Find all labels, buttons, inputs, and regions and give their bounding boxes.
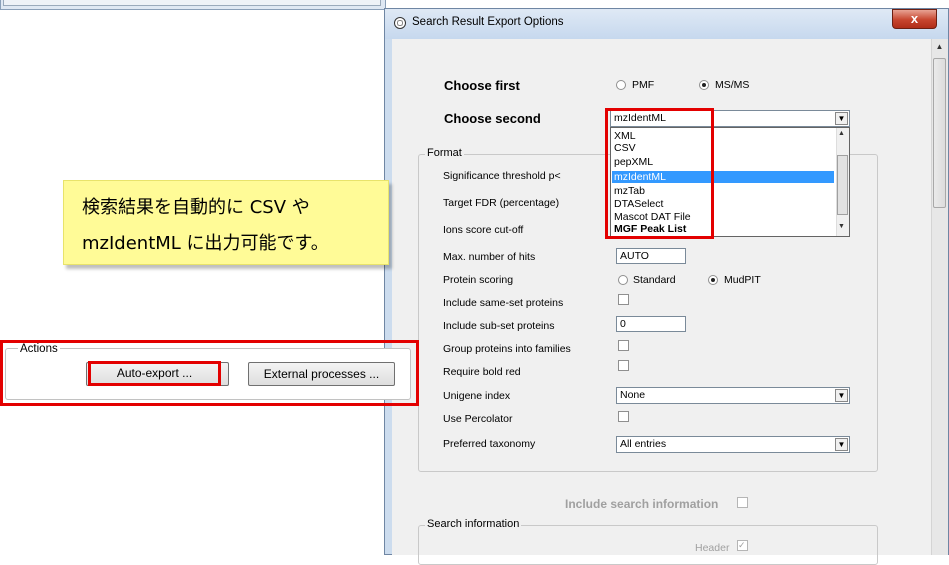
- radio-msms[interactable]: [699, 80, 709, 90]
- header-checkbox[interactable]: ✓: [737, 540, 748, 551]
- chevron-down-icon[interactable]: ▼: [835, 389, 848, 402]
- taxonomy-label: Preferred taxonomy: [443, 438, 536, 450]
- radio-mudpit-label: MudPIT: [724, 274, 761, 286]
- chevron-down-icon[interactable]: ▼: [835, 112, 848, 125]
- include-search-info-checkbox[interactable]: [737, 497, 748, 508]
- max-hits-label: Max. number of hits: [443, 251, 536, 263]
- dialog-title: Search Result Export Options: [412, 16, 564, 28]
- dropdown-scroll-thumb[interactable]: [837, 155, 848, 215]
- callout-line-1: 検索結果を自動的に CSV や: [82, 197, 310, 218]
- callout-line-2: mzIdentML に出力可能です。: [82, 233, 329, 254]
- protein-scoring-label: Protein scoring: [443, 274, 514, 286]
- header-label: Header: [695, 542, 730, 554]
- unigene-select[interactable]: None ▼: [616, 387, 850, 404]
- search-info-group-title: Search information: [425, 518, 522, 530]
- ions-label: Ions score cut-off: [443, 224, 524, 236]
- bold-red-label: Require bold red: [443, 366, 521, 378]
- families-checkbox[interactable]: [618, 340, 629, 351]
- dropdown-scroll-up-icon[interactable]: ▲: [838, 130, 845, 137]
- same-set-label: Include same-set proteins: [443, 297, 564, 309]
- taxonomy-select-value: All entries: [620, 438, 667, 450]
- background-window-field: [3, 0, 381, 6]
- actions-group-title: Actions: [18, 343, 60, 355]
- app-icon: [394, 17, 406, 29]
- auto-export-label[interactable]: Auto-export ...: [88, 366, 221, 380]
- fdr-label: Target FDR (percentage): [443, 197, 560, 209]
- sub-set-label: Include sub-set proteins: [443, 320, 555, 332]
- annotation-callout: 検索結果を自動的に CSV や mzIdentML に出力可能です。: [63, 180, 389, 265]
- same-set-checkbox[interactable]: [618, 294, 629, 305]
- search-info-group: [418, 525, 878, 565]
- format-group-title: Format: [425, 147, 464, 159]
- chevron-down-icon[interactable]: ▼: [835, 438, 848, 451]
- max-hits-input[interactable]: AUTO: [616, 248, 686, 264]
- radio-mudpit[interactable]: [708, 275, 718, 285]
- unigene-label: Unigene index: [443, 390, 511, 402]
- close-button[interactable]: x: [892, 9, 937, 29]
- percolator-checkbox[interactable]: [618, 411, 629, 422]
- radio-msms-label: MS/MS: [715, 79, 750, 91]
- significance-label: Significance threshold p<: [443, 170, 561, 182]
- radio-standard[interactable]: [618, 275, 628, 285]
- choose-second-label: Choose second: [444, 111, 541, 126]
- bold-red-checkbox[interactable]: [618, 360, 629, 371]
- include-search-info-label: Include search information: [565, 497, 719, 511]
- unigene-select-value: None: [620, 389, 646, 401]
- scrollbar-thumb[interactable]: [933, 58, 946, 208]
- external-processes-button[interactable]: External processes ...: [248, 362, 395, 386]
- radio-standard-label: Standard: [633, 274, 676, 286]
- choose-first-label: Choose first: [444, 78, 520, 93]
- radio-pmf[interactable]: [616, 80, 626, 90]
- dropdown-scroll-down-icon[interactable]: ▼: [838, 223, 845, 230]
- sub-set-input[interactable]: 0: [616, 316, 686, 332]
- format-highlight-box: [605, 108, 714, 239]
- taxonomy-select[interactable]: All entries ▼: [616, 436, 850, 453]
- radio-pmf-label: PMF: [632, 79, 655, 91]
- families-label: Group proteins into families: [443, 343, 571, 355]
- scroll-up-arrow-icon[interactable]: ▲: [932, 42, 947, 56]
- percolator-label: Use Percolator: [443, 413, 513, 425]
